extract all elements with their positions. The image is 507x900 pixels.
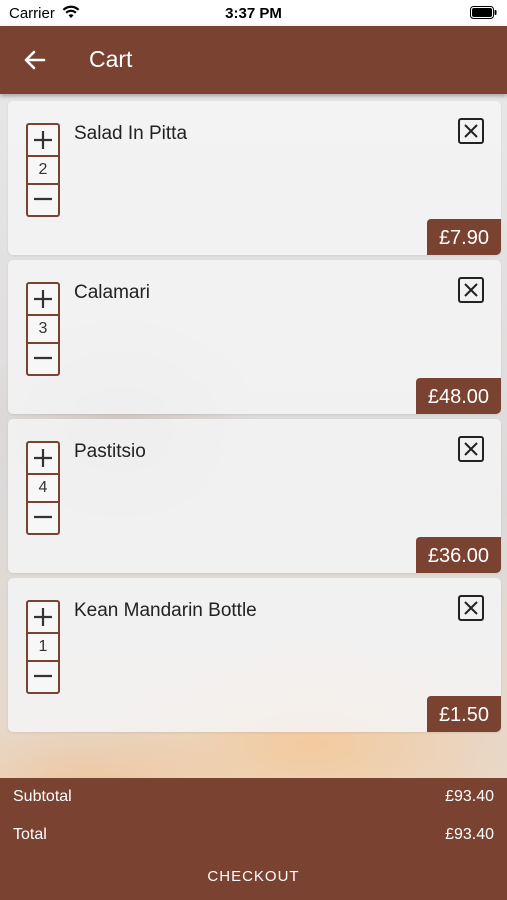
close-icon: [464, 283, 478, 297]
battery-icon: [470, 6, 497, 24]
page-title: Cart: [89, 46, 133, 72]
total-label: Total: [13, 826, 47, 843]
minus-icon: [34, 356, 52, 360]
status-time: 3:37 PM: [225, 5, 282, 22]
remove-item-button[interactable]: [458, 595, 484, 621]
remove-item-button[interactable]: [458, 436, 484, 462]
quantity-value: 4: [38, 479, 48, 496]
decrease-quantity-button[interactable]: [28, 501, 58, 533]
decrease-quantity-button[interactable]: [28, 183, 58, 215]
item-price-badge: £36.00: [415, 537, 501, 573]
total-value: £93.40: [445, 826, 494, 843]
order-summary-footer: Subtotal £93.40 Total £93.40 CHECKOUT: [0, 778, 507, 900]
plus-icon: [34, 608, 52, 626]
subtotal-label: Subtotal: [13, 788, 72, 805]
quantity-stepper: 1: [26, 600, 60, 694]
close-icon: [464, 601, 478, 615]
increase-quantity-button[interactable]: [28, 443, 58, 475]
item-name: Kean Mandarin Bottle: [74, 600, 257, 621]
cart-item: 3 Calamari £48.00: [8, 260, 501, 414]
plus-icon: [34, 449, 52, 467]
minus-icon: [34, 197, 52, 201]
remove-item-button[interactable]: [458, 277, 484, 303]
item-name: Calamari: [74, 282, 151, 303]
cart-item: 1 Kean Mandarin Bottle £1.50: [8, 578, 501, 732]
decrease-quantity-button[interactable]: [28, 660, 58, 692]
quantity-stepper: 2: [26, 123, 60, 217]
back-arrow-icon[interactable]: [22, 48, 48, 72]
item-price-badge: £1.50: [426, 696, 501, 732]
cart-item: 2 Salad In Pitta £7.90: [8, 101, 501, 255]
close-icon: [464, 124, 478, 138]
item-name: Salad In Pitta: [74, 123, 188, 144]
item-price-badge: £7.90: [426, 219, 501, 255]
status-bar: Carrier 3:37 PM: [0, 0, 507, 26]
plus-icon: [34, 131, 52, 149]
increase-quantity-button[interactable]: [28, 602, 58, 634]
item-price-badge: £48.00: [415, 378, 501, 414]
increase-quantity-button[interactable]: [28, 125, 58, 157]
checkout-button[interactable]: CHECKOUT: [0, 868, 507, 885]
quantity-stepper: 4: [26, 441, 60, 535]
cart-item: 4 Pastitsio £36.00: [8, 419, 501, 573]
navigation-bar: Cart: [0, 26, 507, 94]
quantity-value: 2: [38, 161, 48, 178]
minus-icon: [34, 674, 52, 678]
decrease-quantity-button[interactable]: [28, 342, 58, 374]
remove-item-button[interactable]: [458, 118, 484, 144]
quantity-value: 1: [38, 638, 48, 655]
item-name: Pastitsio: [74, 441, 146, 462]
quantity-stepper: 3: [26, 282, 60, 376]
increase-quantity-button[interactable]: [28, 284, 58, 316]
subtotal-value: £93.40: [445, 788, 494, 805]
minus-icon: [34, 515, 52, 519]
close-icon: [464, 442, 478, 456]
quantity-value: 3: [38, 320, 48, 337]
plus-icon: [34, 290, 52, 308]
